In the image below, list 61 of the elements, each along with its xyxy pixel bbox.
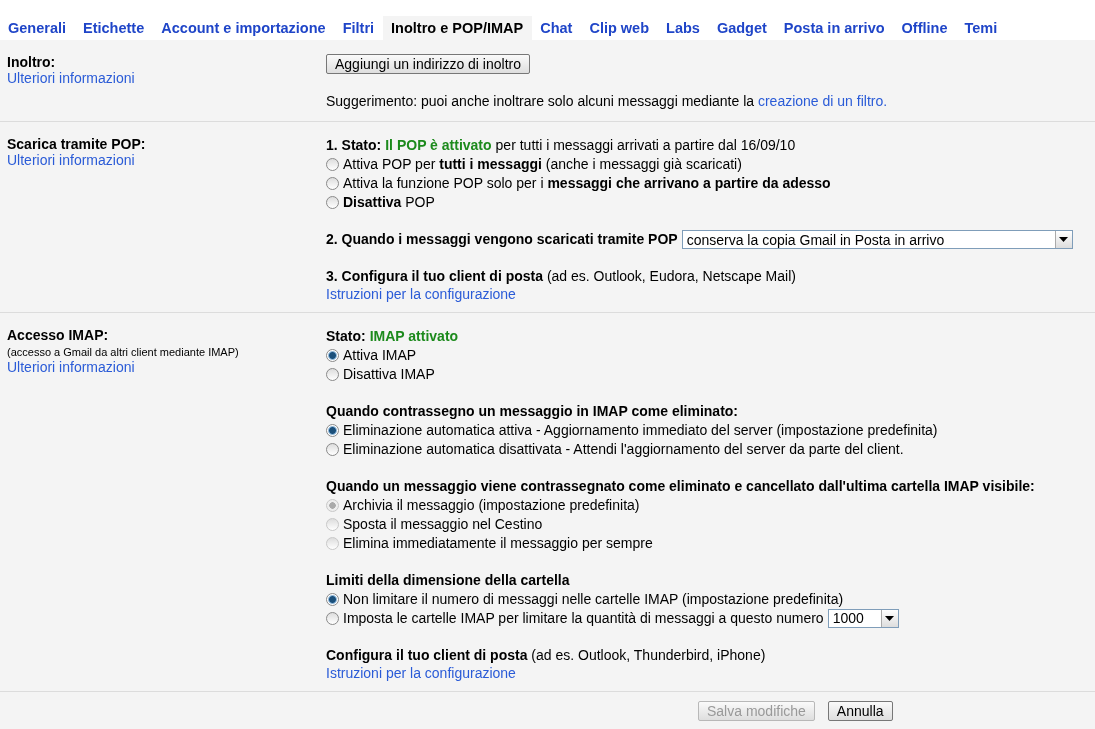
caret-icon[interactable] [880,610,898,627]
option-label: Non limitare il numero di messaggi nelle cartelle IMAP (impostazione predefinita) [343,590,844,609]
section-note: (accesso a Gmail da altri client mediante IMAP) [7,346,240,358]
option-label: Eliminazione automatica disattivata - Attendi l'aggiornamento del server da parte del client. [343,440,904,459]
radio-button[interactable] [326,196,339,209]
option-label: Imposta le cartelle IMAP per limitare la quantità di messaggi a questo numero [343,609,824,628]
instructions-link[interactable]: Istruzioni per la configurazione [326,286,1095,302]
settings-tab[interactable]: Clip web [581,16,659,40]
settings-tab[interactable]: Generali [0,16,76,40]
option-label: Eliminazione automatica attiva - Aggiornamento immediato del server (impostazione predefinita) [343,421,938,440]
settings-tab[interactable]: Offline [893,16,957,40]
option-label: Attiva la funzione POP solo per i messaggi che arrivano a partire da adesso [343,174,831,193]
settings-tab[interactable]: Chat [532,16,582,40]
config-text: 3. Configura il tuo client di posta (ad es. Outlook, Eudora, Netscape Mail) [326,267,797,286]
setting-label: 2. Quando i messaggi vengono scaricati tramite POP [326,230,678,249]
more-info-link[interactable]: Ulteriori informazioni [7,359,326,375]
status-label: 1. Stato: [326,136,382,155]
settings-tab[interactable]: Gadget [708,16,776,40]
section-label: Accesso IMAP: [7,327,110,343]
radio-button[interactable] [326,593,339,606]
section-label: Scarica tramite POP: [7,136,147,152]
status-label: Stato: [326,327,366,346]
group-heading: Quando un messaggio viene contrassegnato come eliminato e cancellato dall'ultima cartella IMAP visibile: [326,477,1036,496]
radio-button[interactable] [326,424,339,437]
option-label: Attiva POP per tutti i messaggi (anche i messaggi già scaricati) [343,155,742,174]
option-label: Attiva IMAP [343,346,417,365]
caret-icon[interactable] [1054,231,1072,248]
action-dropdown[interactable]: conserva la copia Gmail in Posta in arrivo [681,230,1073,249]
radio-button[interactable] [326,368,339,381]
more-info-link[interactable]: Ulteriori informazioni [7,70,326,86]
radio-button[interactable] [326,349,339,362]
config-text: Configura il tuo client di posta (ad es. Outlook, Thunderbird, iPhone) [326,646,767,665]
option-label: Disattiva POP [343,193,435,212]
radio-button[interactable] [326,158,339,171]
filter-link[interactable]: creazione di un filtro. [757,93,888,109]
footer-button[interactable]: Annulla [827,701,893,721]
option-label: Archivia il messaggio (impostazione predefinita) [343,496,640,515]
status-value: IMAP attivato [369,327,459,346]
section-label: Inoltro: [7,54,57,70]
status-value: Il POP è attivato [385,136,492,155]
group-heading: Limiti della dimensione della cartella [326,571,571,590]
settings-tab[interactable]: Filtri [334,16,384,40]
settings-tab[interactable]: Labs [658,16,709,40]
radio-button[interactable] [326,612,339,625]
settings-tab[interactable]: Etichette [75,16,154,40]
settings-tab[interactable]: Account e importazione [153,16,335,40]
add-address-button[interactable]: Aggiungi un indirizzo di inoltro [326,54,530,74]
more-info-link[interactable]: Ulteriori informazioni [7,152,326,168]
instructions-link[interactable]: Istruzioni per la configurazione [326,665,1095,681]
settings-tab[interactable]: Posta in arrivo [775,16,894,40]
group-heading: Quando contrassegno un messaggio in IMAP come eliminato: [326,402,740,421]
settings-tab[interactable]: Inoltro e POP/IMAP [383,16,533,40]
radio-button[interactable] [326,177,339,190]
option-label: Elimina immediatamente il messaggio per sempre [343,534,653,553]
radio-button[interactable] [326,443,339,456]
hint-text: Suggerimento: puoi anche inoltrare solo alcuni messaggi mediante la creazione di un filtro. [326,92,889,111]
option-label: Sposta il messaggio nel Cestino [343,515,543,534]
option-label: Disattiva IMAP [343,365,435,384]
status-detail: per tutti i messaggi arrivati a partire dal 16/09/10 [495,136,796,155]
settings-tab[interactable]: Temi [956,16,1007,40]
count-dropdown[interactable]: 1000 [827,609,899,628]
